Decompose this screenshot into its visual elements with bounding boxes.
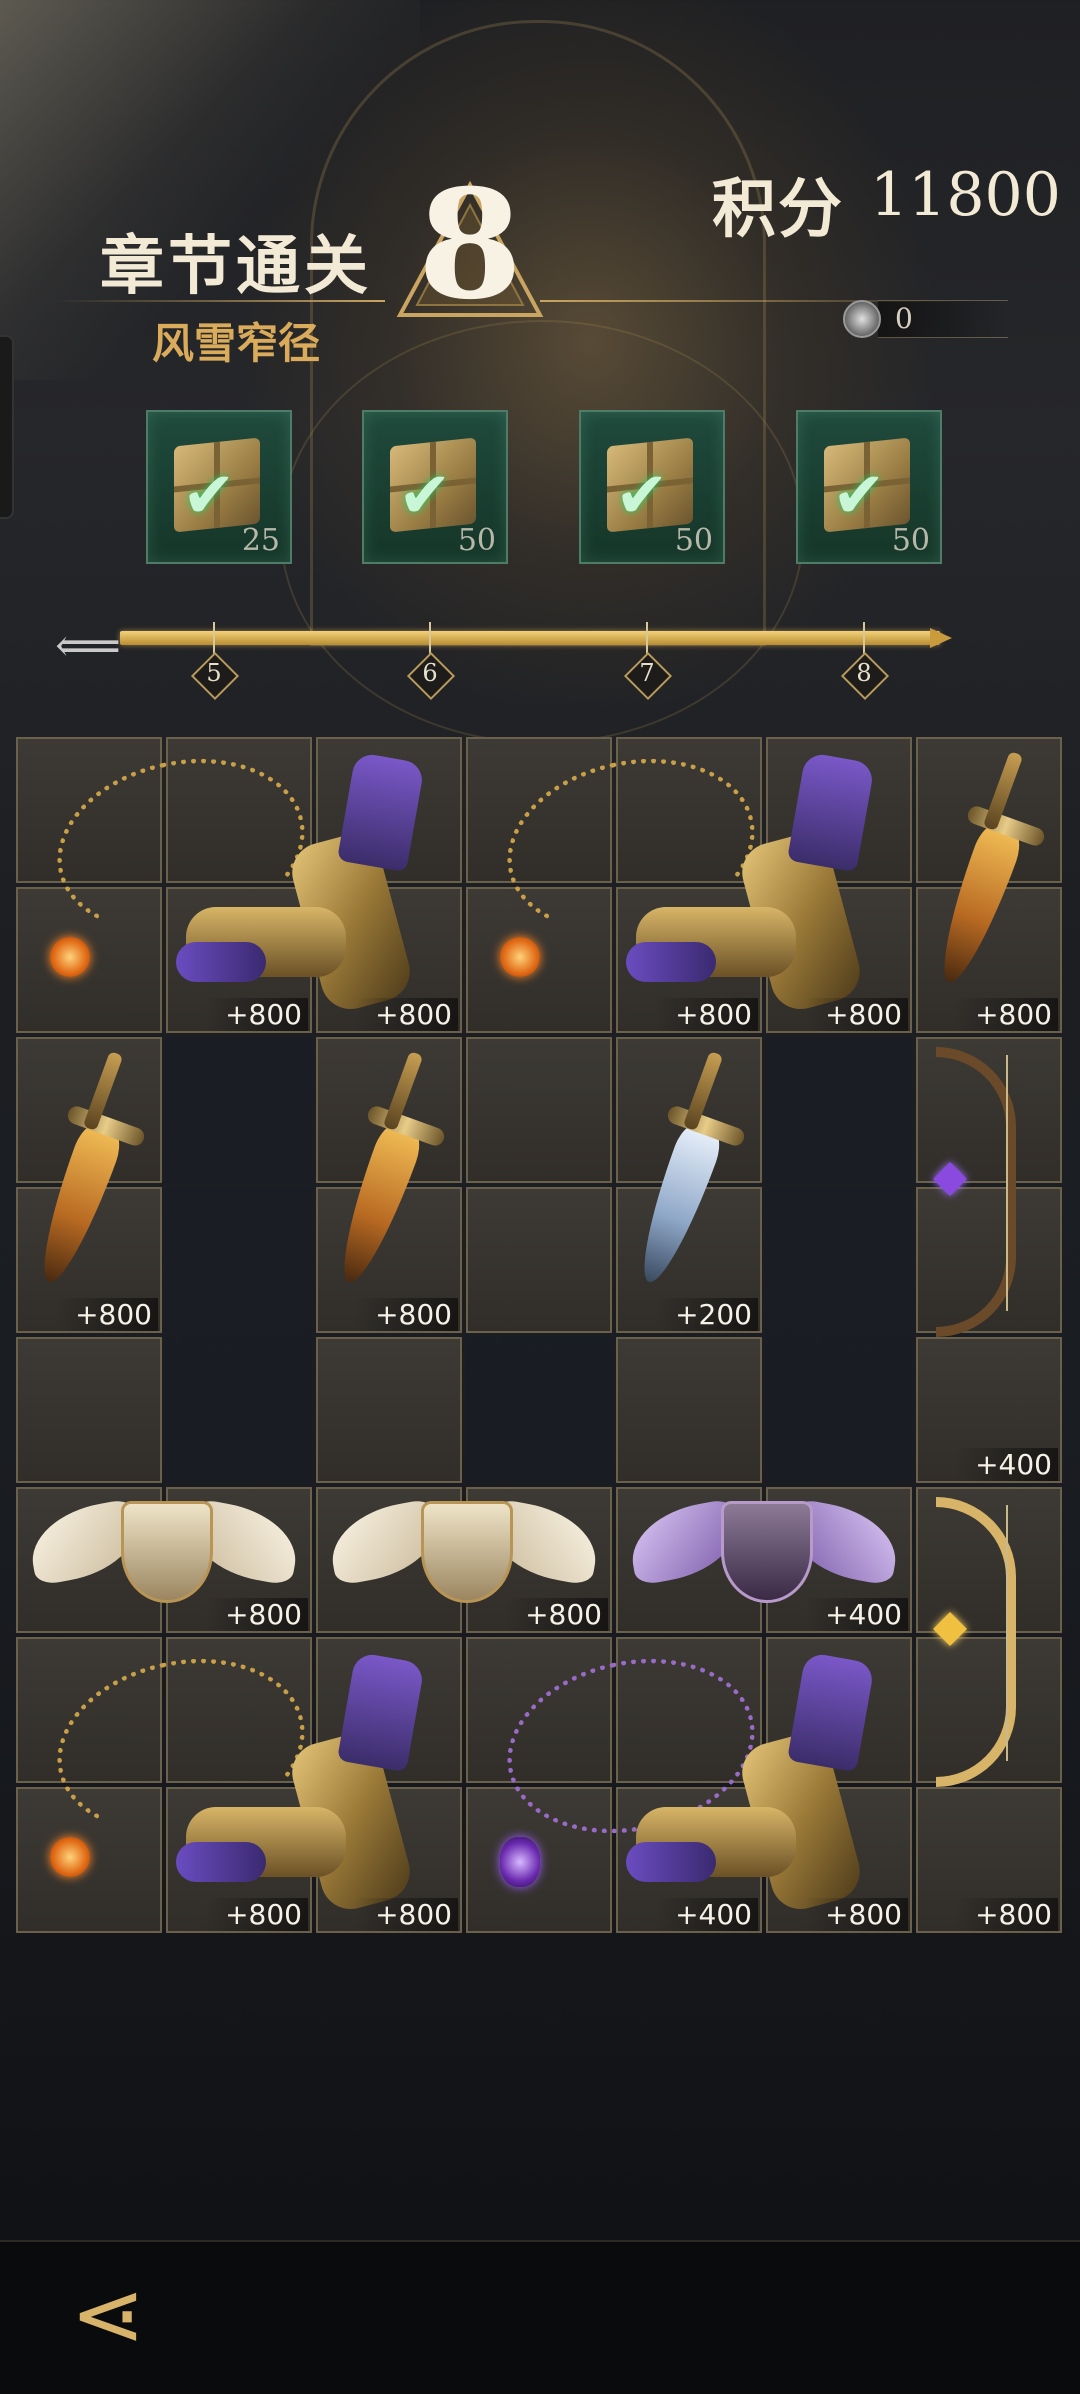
progress-arrow-icon: ⟸	[55, 618, 121, 672]
milestone-pin	[213, 622, 215, 654]
gauntlet-item[interactable]: +800	[616, 737, 912, 1033]
chapter-number: 8	[417, 157, 523, 333]
item-points: +800	[55, 1298, 158, 1331]
milestone-label: 6	[422, 659, 438, 687]
dagger-gold-icon	[16, 1037, 162, 1333]
item-points: +800	[505, 1598, 608, 1631]
checkmark-icon: ✔	[615, 459, 669, 533]
grid-slot	[16, 1337, 162, 1483]
checkmark-icon: ✔	[398, 459, 452, 533]
item-points: +200	[655, 1298, 758, 1331]
progress-bar	[120, 631, 940, 645]
shield-white-item[interactable]: +800	[316, 1487, 612, 1633]
item-points: +400	[955, 1448, 1058, 1481]
milestone-marker: 8	[840, 651, 890, 701]
chapter-title: 章节通关	[100, 229, 372, 304]
gauntlet-icon	[166, 1637, 462, 1933]
dagger-gold-icon	[316, 1037, 462, 1333]
coin-icon	[843, 300, 881, 338]
empty-slot	[166, 1037, 312, 1183]
token-value: 0	[895, 302, 913, 335]
item-points: +400	[805, 1598, 908, 1631]
milestone-label: 5	[206, 659, 222, 687]
item-points: +800	[805, 1898, 908, 1931]
reward-value: 50	[674, 523, 713, 558]
empty-slot	[766, 1037, 912, 1183]
dagger-gold-item[interactable]: +800	[316, 1037, 462, 1333]
dagger-gold-item[interactable]: +800	[16, 1037, 162, 1333]
title-underline	[55, 300, 385, 302]
reward-chest[interactable]: ✔ 50	[579, 410, 725, 564]
item-points: +800	[955, 1898, 1058, 1931]
reward-chest[interactable]: ✔ 25	[146, 410, 292, 564]
inventory-grid: +800 +800 +800 +800 +800 +800 +800 +200 +400 +800…	[16, 736, 1062, 1933]
reward-value: 50	[891, 523, 930, 558]
checkmark-icon: ✔	[182, 459, 236, 533]
milestone-pin	[646, 622, 648, 654]
back-arrow-icon[interactable]: ⋖	[48, 2265, 168, 2365]
milestone-marker: 7	[623, 651, 673, 701]
gauntlet-icon	[616, 1637, 912, 1933]
grid-slot	[466, 1187, 612, 1333]
bow-gold-icon	[916, 1487, 1062, 1933]
item-points: +800	[205, 1598, 308, 1631]
side-tab[interactable]	[0, 335, 14, 519]
item-points: +800	[955, 998, 1058, 1031]
milestone-label: 8	[856, 659, 872, 687]
dagger-silver-icon	[616, 1037, 762, 1333]
reward-chest[interactable]: ✔ 50	[796, 410, 942, 564]
grid-slot	[616, 1337, 762, 1483]
milestone-pin	[863, 622, 865, 654]
reward-value: 25	[241, 523, 280, 558]
dagger-silver-item[interactable]: +200	[616, 1037, 762, 1333]
gauntlet-icon	[166, 737, 462, 1033]
empty-slot	[166, 1187, 312, 1333]
empty-slot	[466, 1337, 612, 1483]
shield-white-item[interactable]: +800	[16, 1487, 312, 1633]
empty-slot	[766, 1187, 912, 1333]
milestone-pin	[429, 622, 431, 654]
grid-slot	[466, 1037, 612, 1183]
dagger-gold-icon	[916, 737, 1062, 1033]
progress-tip	[930, 628, 952, 648]
empty-slot	[766, 1337, 912, 1483]
reward-chest[interactable]: ✔ 50	[362, 410, 508, 564]
gauntlet-item[interactable]: +800	[616, 1637, 912, 1933]
score-label: 积分	[712, 172, 844, 247]
dagger-gold-item[interactable]: +800	[916, 737, 1062, 1033]
item-points: +800	[355, 1298, 458, 1331]
reward-value: 50	[457, 523, 496, 558]
item-points: +800	[355, 1898, 458, 1931]
bow-gold-item[interactable]: +800	[916, 1487, 1062, 1933]
gauntlet-item[interactable]: +800	[166, 1637, 462, 1933]
milestone-label: 7	[639, 659, 655, 687]
chapter-subtitle: 风雪窄径	[152, 319, 321, 368]
bow-dark-icon	[916, 1037, 1062, 1483]
milestone-marker: 5	[190, 651, 240, 701]
item-points: +800	[805, 998, 908, 1031]
checkmark-icon: ✔	[832, 459, 886, 533]
gauntlet-item[interactable]: +800	[166, 737, 462, 1033]
score-value: 11800	[870, 160, 1061, 230]
gauntlet-icon	[616, 737, 912, 1033]
shield-purple-item[interactable]: +400	[616, 1487, 912, 1633]
bow-dark-item[interactable]: +400	[916, 1037, 1062, 1483]
grid-slot	[316, 1337, 462, 1483]
empty-slot	[166, 1337, 312, 1483]
item-points: +800	[355, 998, 458, 1031]
milestone-marker: 6	[406, 651, 456, 701]
background-ring	[280, 320, 804, 744]
